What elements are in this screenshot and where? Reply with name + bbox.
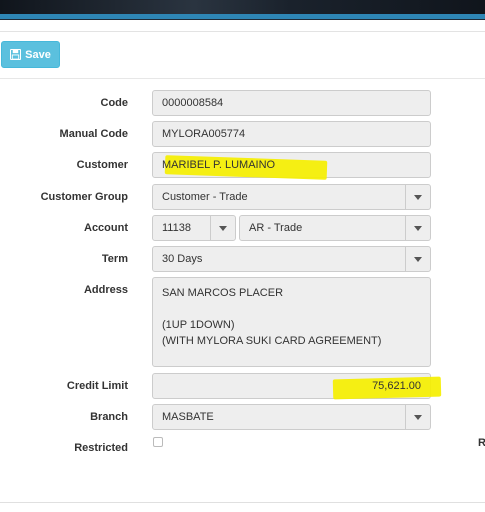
panel-bottom-border	[0, 502, 485, 503]
code-value: 0000008584	[162, 97, 224, 109]
term-label: Term	[101, 253, 128, 265]
chevron-down-icon[interactable]	[405, 185, 430, 209]
credit-limit-field[interactable]: 75,621.00	[152, 373, 442, 400]
manual-code-label: Manual Code	[59, 128, 128, 140]
save-button[interactable]: Save	[1, 41, 60, 68]
branch-select[interactable]: MASBATE	[152, 404, 431, 430]
customer-field[interactable]: MARIBEL P. LUMAINO	[152, 152, 431, 180]
chevron-down-icon[interactable]	[405, 247, 430, 271]
chevron-down-icon[interactable]	[405, 216, 430, 240]
top-banner	[0, 0, 485, 20]
customer-value: MARIBEL P. LUMAINO	[162, 159, 276, 171]
restricted-label: Restricted	[74, 442, 128, 454]
customer-label: Customer	[76, 159, 128, 171]
branch-label: Branch	[90, 411, 128, 423]
code-field[interactable]: 0000008584	[152, 90, 431, 116]
account-code-value: 11138	[162, 222, 191, 234]
toolbar-divider	[0, 78, 485, 79]
floppy-disk-icon	[10, 49, 22, 60]
manual-code-field[interactable]: MYLORA005774	[152, 121, 431, 147]
credit-limit-label: Credit Limit	[66, 380, 128, 392]
term-value: 30 Days	[162, 253, 203, 265]
customer-group-select[interactable]: Customer - Trade	[152, 184, 431, 210]
save-button-label: Save	[25, 48, 51, 61]
address-label: Address	[83, 284, 128, 296]
banner-accent-bar	[0, 14, 485, 19]
account-code-select[interactable]: 11138	[152, 215, 236, 241]
address-textarea[interactable]: SAN MARCOS PLACER (1UP 1DOWN) (WITH MYLO…	[152, 277, 431, 367]
account-label: Account	[84, 222, 128, 234]
cut-off-label: R	[478, 437, 485, 449]
banner-image	[0, 0, 485, 14]
branch-value: MASBATE	[162, 411, 214, 423]
code-label: Code	[100, 97, 129, 109]
restricted-checkbox[interactable]	[153, 437, 163, 447]
manual-code-value: MYLORA005774	[162, 128, 246, 140]
account-name-select[interactable]: AR - Trade	[239, 215, 431, 241]
chevron-down-icon[interactable]	[405, 405, 430, 429]
credit-limit-value: 75,621.00	[372, 380, 421, 392]
chevron-down-icon[interactable]	[210, 216, 235, 240]
customer-group-label: Customer Group	[40, 191, 128, 203]
account-name-value: AR - Trade	[249, 222, 303, 234]
customer-group-value: Customer - Trade	[162, 191, 248, 203]
term-select[interactable]: 30 Days	[152, 246, 431, 272]
